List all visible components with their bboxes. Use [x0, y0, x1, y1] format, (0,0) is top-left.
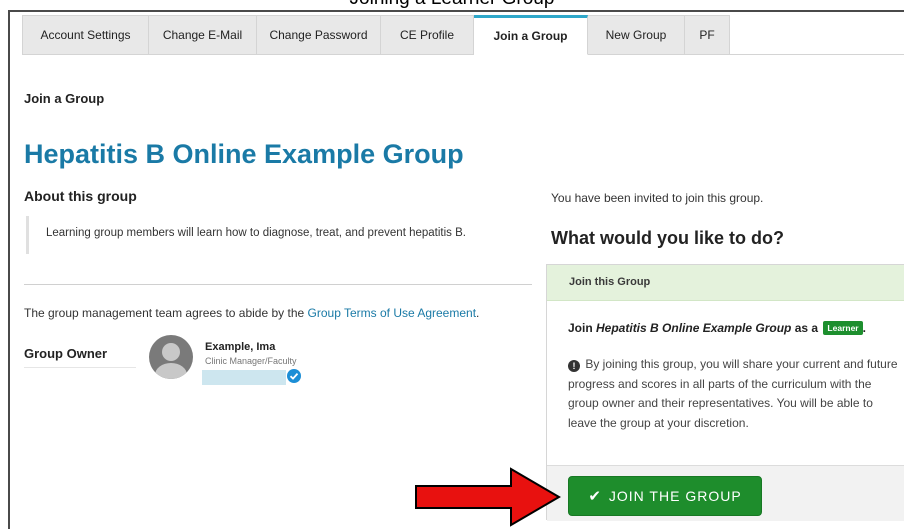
checkmark-icon: ✔ [588, 488, 602, 505]
sharing-notice-text: By joining this group, you will share yo… [568, 357, 898, 430]
avatar-placeholder-icon [149, 335, 193, 379]
invite-text: You have been invited to join this group… [551, 191, 764, 205]
join-group-name: Hepatitis B Online Example Group [596, 321, 792, 335]
about-heading: About this group [24, 188, 137, 204]
join-middle: as a [791, 321, 822, 335]
section-divider [24, 284, 532, 285]
tab-join-a-group[interactable]: Join a Group [474, 15, 588, 55]
tab-change-email[interactable]: Change E-Mail [149, 15, 257, 55]
owner-role: Clinic Manager/Faculty [205, 356, 297, 366]
screenshot-caption: Joining a Learner Group [0, 0, 904, 10]
join-the-group-button[interactable]: ✔ JOIN THE GROUP [568, 476, 762, 516]
terms-prefix: The group management team agrees to abid… [24, 306, 308, 320]
sharing-notice: ! By joining this group, you will share … [568, 355, 904, 433]
learner-role-badge: Learner [823, 321, 863, 335]
tab-ce-profile[interactable]: CE Profile [381, 15, 474, 55]
panel-header: Join this Group [547, 265, 904, 301]
page-title: Hepatitis B Online Example Group [24, 139, 464, 169]
red-arrow-icon [415, 467, 561, 527]
tab-pf[interactable]: PF [685, 15, 730, 55]
about-description: Learning group members will learn how to… [26, 216, 516, 254]
about-text: Learning group members will learn how to… [46, 227, 466, 239]
join-button-label: JOIN THE GROUP [608, 488, 742, 504]
account-tabs: Account Settings Change E-Mail Change Pa… [22, 15, 730, 55]
tabs-baseline [729, 54, 904, 55]
terms-of-use-link[interactable]: Group Terms of Use Agreement [308, 306, 477, 320]
join-prefix: Join [568, 321, 597, 335]
info-circle-icon: ! [568, 360, 580, 372]
join-suffix: . [862, 321, 866, 335]
action-question: What would you like to do? [551, 228, 784, 248]
tab-new-group[interactable]: New Group [588, 15, 685, 55]
owner-email-redacted [202, 370, 286, 385]
terms-statement: The group management team agrees to abid… [24, 306, 479, 320]
group-owner-label: Group Owner [24, 346, 136, 368]
breadcrumb: Join a Group [24, 91, 105, 106]
terms-suffix: . [476, 306, 480, 320]
tab-account-settings[interactable]: Account Settings [22, 15, 149, 55]
join-statement: Join Hepatitis B Online Example Group as… [568, 321, 866, 335]
verified-check-icon [287, 369, 301, 383]
owner-name: Example, Ima [205, 341, 276, 353]
tab-change-password[interactable]: Change Password [257, 15, 381, 55]
